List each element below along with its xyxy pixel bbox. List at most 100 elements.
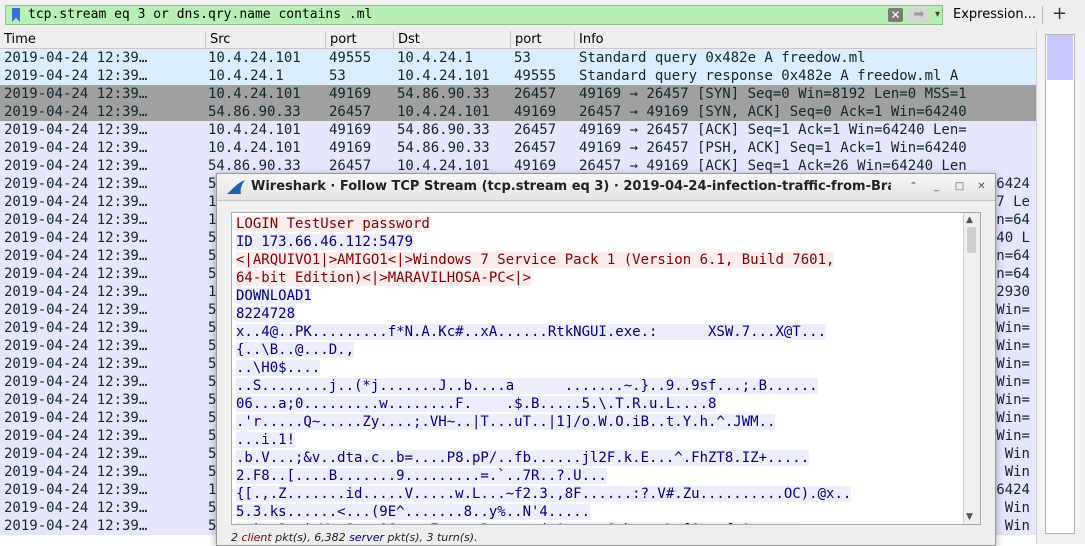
packet-row[interactable]: 2019-04-24 12:39… 54.86.90.33 26457 10.4.24… — [0, 103, 1036, 121]
server-stream-line: ID 173.66.46.112:5479 — [236, 233, 964, 251]
filter-history-dropdown-icon[interactable]: ▾ — [933, 8, 942, 22]
cell-time: 2019-04-24 12:39… — [4, 212, 148, 228]
stream-line-text: 8224728 — [236, 306, 296, 322]
stream-lines: LOGIN TestUser password ID 173.66.46.112:… — [236, 215, 964, 524]
scroll-up-icon[interactable]: ▲ — [966, 215, 973, 225]
cell-time: 2019-04-24 12:39… — [4, 482, 148, 498]
cell-time: 2019-04-24 12:39… — [4, 86, 148, 102]
cell-src-port: 49169 — [329, 86, 372, 102]
server-stream-line: x..4@..PK.........f*N.A.Kc#..xA......Rtk… — [236, 323, 964, 341]
stream-content[interactable]: LOGIN TestUser password ID 173.66.46.112:… — [231, 212, 981, 525]
cell-info: Standard query 0x482e A freedow.ml — [579, 50, 866, 66]
add-filter-button-icon[interactable]: + — [1052, 4, 1067, 24]
cell-time: 2019-04-24 12:39… — [4, 374, 148, 390]
cell-src: 10.4.24.101 — [208, 86, 301, 102]
cell-src: 10.4.24.1 — [208, 68, 284, 84]
status-mid: pkt(s), 6,382 — [275, 531, 346, 544]
cell-info: Win= — [996, 428, 1030, 444]
display-filter-input[interactable]: tcp.stream eq 3 or dns.qry.name contains… — [5, 5, 943, 25]
stream-line-text: ..S........j..(*j.......J..b....a ......… — [236, 378, 818, 394]
cell-time: 2019-04-24 12:39… — [4, 230, 148, 246]
cell-info: Win= — [996, 392, 1030, 408]
cell-info: n=64 — [996, 212, 1030, 228]
cell-dst: 54.86.90.33 — [397, 86, 490, 102]
expression-button[interactable]: Expression... — [953, 7, 1036, 22]
client-stream-line: <|ARQUIVO1|>AMIGO1<|>Windows 7 Service P… — [236, 251, 964, 269]
dialog-titlebar[interactable]: Wireshark · Follow TCP Stream (tcp.strea… — [217, 174, 995, 201]
packet-row[interactable]: 2019-04-24 12:39… 10.4.24.1 53 10.4.24.101 4… — [0, 67, 1036, 85]
cell-time: 2019-04-24 12:39… — [4, 518, 148, 534]
cell-src-port: 49169 — [329, 122, 372, 138]
cell-time: 2019-04-24 12:39… — [4, 140, 148, 156]
stream-line-text: <|ARQUIVO1|>AMIGO1<|>Windows 7 Service P… — [236, 252, 835, 268]
stream-line-text: .~)~.2..|.W..Sq..&6....F.....3...=.@(.0.… — [236, 522, 801, 524]
stream-line-text: 2.F8..[....B.......9.........=.`..7R..?.… — [236, 468, 607, 484]
packet-row[interactable]: 2019-04-24 12:39… 10.4.24.101 49555 10.4.24… — [0, 49, 1036, 67]
bookmark-icon[interactable] — [12, 8, 20, 22]
packet-minimap[interactable] — [1045, 34, 1075, 534]
stream-line-text: LOGIN TestUser password — [236, 216, 430, 232]
cell-time: 2019-04-24 12:39… — [4, 158, 148, 174]
packet-row[interactable]: 2019-04-24 12:39… 10.4.24.101 49169 54.86.9… — [0, 121, 1036, 139]
cell-dst-port: 49169 — [514, 104, 557, 120]
stream-line-text: 06...a;0.........w........F. .$.B.....5.… — [236, 396, 717, 412]
cell-time: 2019-04-24 12:39… — [4, 338, 148, 354]
server-stream-line: .'r.....Q~.....Zy....;.VH~..|T...uT..|1]… — [236, 413, 964, 431]
scroll-thumb[interactable] — [1047, 35, 1073, 80]
cell-src: 54.86.90.33 — [208, 104, 301, 120]
cell-info: 49169 → 26457 [ACK] Seq=1 Ack=1 Win=6424… — [579, 122, 967, 138]
cell-dst: 10.4.24.101 — [397, 68, 490, 84]
stream-line-text: ...i.1! — [236, 432, 296, 448]
cell-dst-port: 26457 — [514, 122, 557, 138]
cell-src: 10.4.24.101 — [208, 140, 301, 156]
stream-scroll-thumb[interactable] — [967, 227, 976, 253]
packet-list-scrollbar[interactable] — [1036, 31, 1085, 544]
cell-src: 10.4.24.101 — [208, 122, 301, 138]
cell-info: Win= — [996, 410, 1030, 426]
cell-dst: 54.86.90.33 — [397, 122, 490, 138]
apply-filter-icon[interactable]: ➡ — [908, 8, 930, 22]
maximize-icon[interactable]: □ — [953, 180, 966, 193]
column-header-time[interactable]: Time — [0, 31, 206, 48]
stream-line-text: x..4@..PK.........f*N.A.Kc#..xA......Rtk… — [236, 324, 827, 340]
server-stream-line: ..S........j..(*j.......J..b....a ......… — [236, 377, 964, 395]
cell-src: 10.4.24.101 — [208, 50, 301, 66]
stream-line-text: .'r.....Q~.....Zy....;.VH~..|T...uT..|1]… — [236, 414, 776, 430]
stream-line-text: {..\B..@...D., — [236, 342, 355, 358]
cell-time: 2019-04-24 12:39… — [4, 194, 148, 210]
cell-info: Win= — [996, 374, 1030, 390]
cell-time: 2019-04-24 12:39… — [4, 320, 148, 336]
cell-info: Win= — [996, 356, 1030, 372]
cell-time: 2019-04-24 12:39… — [4, 392, 148, 408]
column-header-src-port[interactable]: port — [326, 31, 394, 48]
follow-tcp-stream-dialog: Wireshark · Follow TCP Stream (tcp.strea… — [216, 173, 996, 546]
minimize-icon[interactable]: _ — [930, 180, 943, 193]
server-stream-line: 8224728 — [236, 305, 964, 323]
display-filter-toolbar: tcp.stream eq 3 or dns.qry.name contains… — [0, 0, 1085, 32]
close-icon[interactable]: ✕ — [975, 180, 988, 193]
server-stream-line: 06...a;0.........w........F. .$.B.....5.… — [236, 395, 964, 413]
stream-line-text: 64-bit Edition)<|>MARAVILHOSA-PC<|> — [236, 270, 532, 286]
cell-info: 7 Le — [996, 194, 1030, 210]
stream-line-text: {[.,.Z.......id.....V.....w.L...~f2.3.,8… — [236, 486, 852, 502]
column-header-dst-port[interactable]: port — [511, 31, 575, 48]
packet-row[interactable]: 2019-04-24 12:39… 10.4.24.101 49169 54.86.9… — [0, 139, 1036, 157]
clear-filter-icon[interactable]: ✕ — [888, 8, 903, 22]
cell-dst-port: 53 — [514, 50, 531, 66]
scroll-down-icon[interactable]: ▼ — [966, 512, 973, 522]
cell-time: 2019-04-24 12:39… — [4, 284, 148, 300]
cell-time: 2019-04-24 12:39… — [4, 446, 148, 462]
cell-dst-port: 49555 — [514, 68, 557, 84]
server-stream-line: {..\B..@...D., — [236, 341, 964, 359]
column-header-src[interactable]: Src — [206, 31, 326, 48]
packet-row[interactable]: 2019-04-24 12:39… 10.4.24.101 49169 54.86.9… — [0, 85, 1036, 103]
column-header-dst[interactable]: Dst — [394, 31, 511, 48]
stream-scrollbar[interactable]: ▲ ▼ — [963, 213, 980, 524]
column-header-info[interactable]: Info — [575, 31, 1036, 48]
server-stream-line: .b.V...;&v..dta.c..b=....P8.pP/..fb.....… — [236, 449, 964, 467]
filter-text[interactable]: tcp.stream eq 3 or dns.qry.name contains… — [28, 7, 372, 22]
stream-line-text: .b.V...;&v..dta.c..b=....P8.pP/..fb.....… — [236, 450, 810, 466]
keep-above-icon[interactable]: ⌃ — [907, 180, 920, 193]
stream-line-text: 5.3.ks......<...(9E^.......8..y%..N'4...… — [236, 504, 591, 520]
cell-time: 2019-04-24 12:39… — [4, 104, 148, 120]
